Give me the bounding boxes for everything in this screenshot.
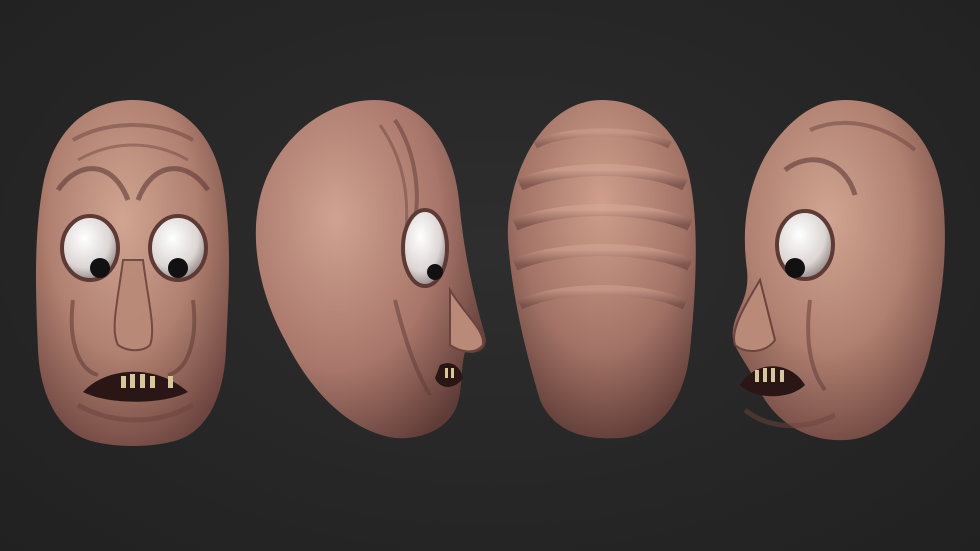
sculpted-head-front-view bbox=[28, 0, 238, 551]
sculpted-head-back-view bbox=[500, 0, 705, 551]
sculpted-head-right-profile-view bbox=[245, 0, 495, 551]
sculpted-head-three-quarter-left-view bbox=[725, 0, 955, 551]
render-canvas bbox=[0, 0, 980, 551]
